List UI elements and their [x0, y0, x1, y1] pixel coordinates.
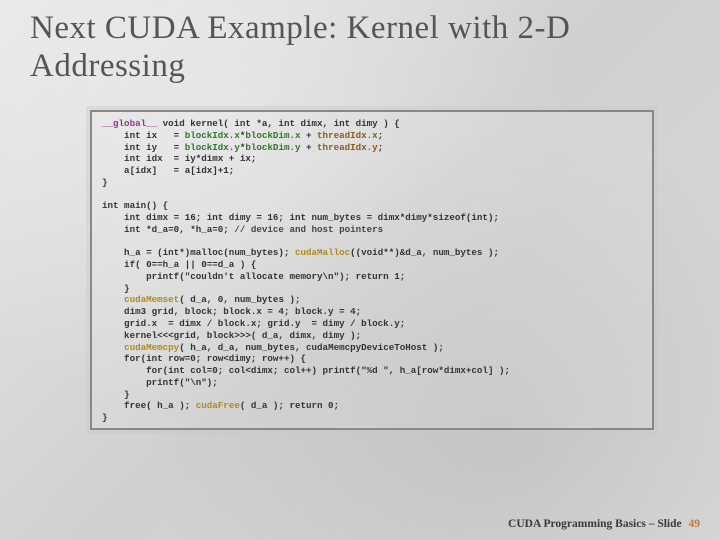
slide-title: Next CUDA Example: Kernel with 2-D Addre…: [30, 10, 690, 86]
code-text: a[idx] = a[idx]+1;: [102, 165, 234, 176]
code-text: ( h_a, d_a, num_bytes, cudaMemcpyDeviceT…: [179, 342, 444, 353]
code-text: ;: [378, 130, 384, 141]
code-text: ( d_a ); return 0;: [240, 400, 339, 411]
code-text: [102, 294, 124, 305]
code-text: }: [102, 177, 108, 188]
code-text: }: [102, 412, 108, 423]
code-comment: // device and host pointers: [234, 224, 383, 235]
kw-cuda: cudaFree: [196, 400, 240, 411]
slide-footer: CUDA Programming Basics – Slide 49: [508, 518, 700, 530]
code-text: int idx = iy*dimx + ix;: [102, 153, 256, 164]
kw-block: blockIdx.x: [185, 130, 240, 141]
code-text: ;: [378, 142, 384, 153]
code-text: ( d_a, 0, num_bytes );: [179, 294, 300, 305]
page-number: 49: [689, 518, 701, 530]
kw-block: blockDim.y: [245, 142, 300, 153]
code-text: free( h_a );: [102, 400, 196, 411]
code-text: printf("\n");: [102, 377, 218, 388]
code-block: __global__ void kernel( int *a, int dimx…: [90, 110, 654, 430]
code-text: int ix =: [102, 130, 185, 141]
kw-block: blockDim.x: [245, 130, 300, 141]
code-text: for(int col=0; col<dimx; col++) printf("…: [102, 365, 510, 376]
kw-cuda: cudaMemcpy: [124, 342, 179, 353]
code-text: [102, 342, 124, 353]
footer-text: CUDA Programming Basics – Slide: [508, 518, 682, 530]
kw-thread: threadIdx.y: [317, 142, 378, 153]
kw-block: blockIdx.y: [185, 142, 240, 153]
code-text: printf("couldn't allocate memory\n"); re…: [102, 271, 405, 282]
code-content: __global__ void kernel( int *a, int dimx…: [102, 118, 642, 424]
kw-thread: threadIdx.x: [317, 130, 378, 141]
code-text: for(int row=0; row<dimy; row++) {: [102, 353, 306, 364]
code-text: +: [301, 142, 318, 153]
kw-cuda: cudaMemset: [124, 294, 179, 305]
code-text: int *d_a=0, *h_a=0;: [102, 224, 234, 235]
code-text: dim3 grid, block; block.x = 4; block.y =…: [102, 306, 361, 317]
kw-cuda: cudaMalloc: [295, 247, 350, 258]
code-text: if( 0==h_a || 0==d_a ) {: [102, 259, 256, 270]
code-text: grid.x = dimx / block.x; grid.y = dimy /…: [102, 318, 405, 329]
code-text: int dimx = 16; int dimy = 16; int num_by…: [102, 212, 499, 223]
code-text: void kernel( int *a, int dimx, int dimy …: [157, 118, 400, 129]
kw-global: __global__: [102, 118, 157, 129]
code-text: h_a = (int*)malloc(num_bytes);: [102, 247, 295, 258]
code-text: }: [102, 283, 130, 294]
code-text: kernel<<<grid, block>>>( d_a, dimx, dimy…: [102, 330, 361, 341]
code-text: int main() {: [102, 200, 168, 211]
code-text: }: [102, 389, 130, 400]
code-text: int iy =: [102, 142, 185, 153]
code-text: +: [301, 130, 318, 141]
code-text: ((void**)&d_a, num_bytes );: [350, 247, 499, 258]
